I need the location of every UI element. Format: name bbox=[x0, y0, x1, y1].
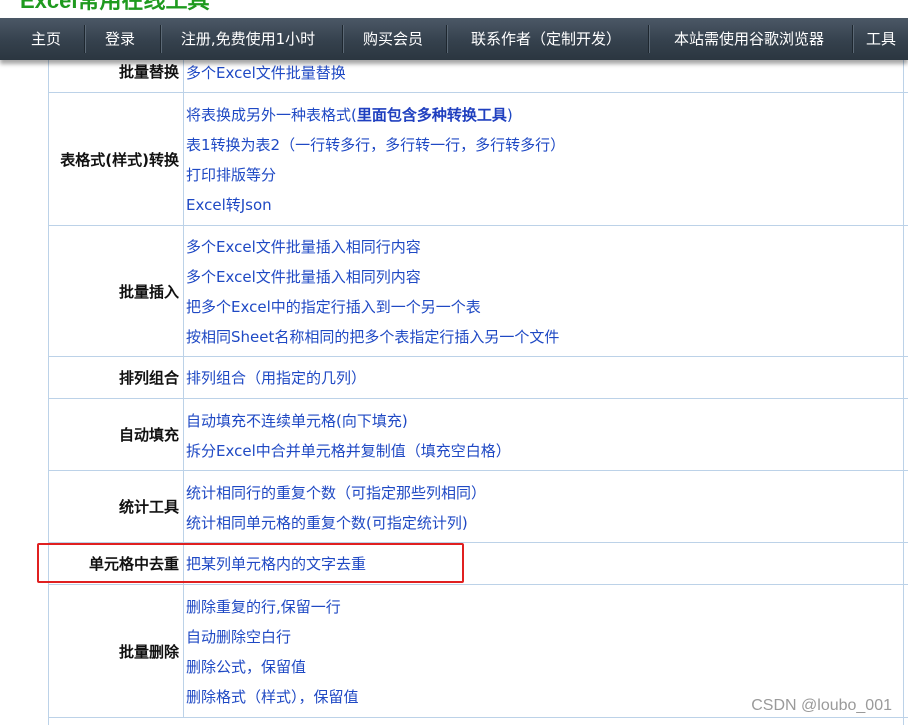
tool-link[interactable]: 把多个Excel中的指定行插入到一个另一个表 bbox=[186, 297, 481, 317]
nav-separator bbox=[648, 25, 649, 53]
table-row: 批量插入 多个Excel文件批量插入相同行内容 多个Excel文件批量插入相同列… bbox=[49, 226, 908, 357]
nav-contact-author[interactable]: 联系作者（定制开发） bbox=[456, 18, 636, 60]
tool-links-cell: 统计相同行的重复个数（可指定那些列相同） 统计相同单元格的重复个数(可指定统计列… bbox=[183, 471, 904, 542]
tool-link[interactable]: 多个Excel文件批量插入相同行内容 bbox=[186, 237, 421, 257]
nav-home[interactable]: 主页 bbox=[14, 18, 78, 60]
nav-register[interactable]: 注册,免费使用1小时 bbox=[166, 18, 330, 60]
tool-link[interactable]: 多个Excel文件批量插入相同列内容 bbox=[186, 267, 421, 287]
table-row: 自动填充 自动填充不连续单元格(向下填充) 拆分Excel中合并单元格并复制值（… bbox=[49, 399, 908, 471]
tool-link[interactable]: 统计相同行的重复个数（可指定那些列相同） bbox=[186, 483, 486, 503]
table-row: 表格式(样式)转换 将表换成另外一种表格式(里面包含多种转换工具) 表1转换为表… bbox=[49, 93, 908, 226]
tool-link[interactable]: 删除重复的行,保留一行 bbox=[186, 597, 341, 617]
site-title: Excel常用在线工具 bbox=[20, 0, 210, 13]
highlight-box bbox=[37, 543, 464, 583]
nav-separator bbox=[84, 25, 85, 53]
tool-link[interactable]: 删除格式（样式），保留值 bbox=[186, 687, 359, 707]
category-label: 批量插入 bbox=[118, 282, 179, 301]
tool-link[interactable]: 打印排版等分 bbox=[186, 165, 276, 185]
watermark: CSDN @loubo_001 bbox=[751, 697, 892, 714]
nav-tools[interactable]: 工具 bbox=[866, 18, 908, 60]
tool-link[interactable]: 自动填充不连续单元格(向下填充) bbox=[186, 411, 408, 431]
nav-separator bbox=[160, 25, 161, 53]
category-label: 表格式(样式)转换 bbox=[60, 150, 179, 169]
nav-separator bbox=[852, 25, 853, 53]
nav-separator bbox=[446, 25, 447, 53]
tool-links-cell: 将表换成另外一种表格式(里面包含多种转换工具) 表1转换为表2（一行转多行，多行… bbox=[183, 93, 904, 225]
nav-login[interactable]: 登录 bbox=[88, 18, 152, 60]
tool-link[interactable]: 自动删除空白行 bbox=[186, 627, 291, 647]
table-row: 统计工具 统计相同行的重复个数（可指定那些列相同） 统计相同单元格的重复个数(可… bbox=[49, 471, 908, 543]
category-label: 排列组合 bbox=[118, 369, 179, 387]
category-label: 统计工具 bbox=[118, 498, 179, 516]
table-right-border bbox=[903, 48, 904, 725]
tool-links-cell: 排列组合（用指定的几列） bbox=[183, 357, 904, 398]
top-navbar: 主页 登录 注册,免费使用1小时 购买会员 联系作者（定制开发） 本站需使用谷歌… bbox=[0, 18, 908, 60]
category-label: 批量删除 bbox=[118, 642, 179, 661]
category-label: 自动填充 bbox=[118, 426, 179, 444]
tool-link[interactable]: 拆分Excel中合并单元格并复制值（填充空白格） bbox=[186, 441, 511, 461]
nav-browser-notice[interactable]: 本站需使用谷歌浏览器 bbox=[658, 18, 840, 60]
tool-link[interactable]: 多个Excel文件批量替换 bbox=[186, 63, 346, 83]
tool-link[interactable]: 按相同Sheet名称相同的把多个表指定行插入另一个文件 bbox=[186, 327, 559, 347]
tool-link[interactable]: Excel转Json bbox=[186, 195, 272, 215]
nav-separator bbox=[342, 25, 343, 53]
table-row: 排列组合 排列组合（用指定的几列） bbox=[49, 357, 908, 399]
tool-link[interactable]: 将表换成另外一种表格式(里面包含多种转换工具) bbox=[186, 105, 513, 125]
tool-link[interactable]: 排列组合（用指定的几列） bbox=[186, 368, 366, 388]
tool-link[interactable]: 删除公式，保留值 bbox=[186, 657, 306, 677]
tool-links-cell: 自动填充不连续单元格(向下填充) 拆分Excel中合并单元格并复制值（填充空白格… bbox=[183, 399, 904, 470]
tool-link[interactable]: 统计相同单元格的重复个数(可指定统计列) bbox=[186, 513, 468, 533]
tool-links-cell: 多个Excel文件批量插入相同行内容 多个Excel文件批量插入相同列内容 把多… bbox=[183, 226, 904, 356]
tool-link[interactable]: 表1转换为表2（一行转多行，多行转一行，多行转多行） bbox=[186, 135, 565, 155]
nav-buy-membership[interactable]: 购买会员 bbox=[350, 18, 436, 60]
tools-table: 批量替换 多个Excel文件批量替换 表格式(样式)转换 将表换成另外一种表格式… bbox=[48, 48, 908, 725]
